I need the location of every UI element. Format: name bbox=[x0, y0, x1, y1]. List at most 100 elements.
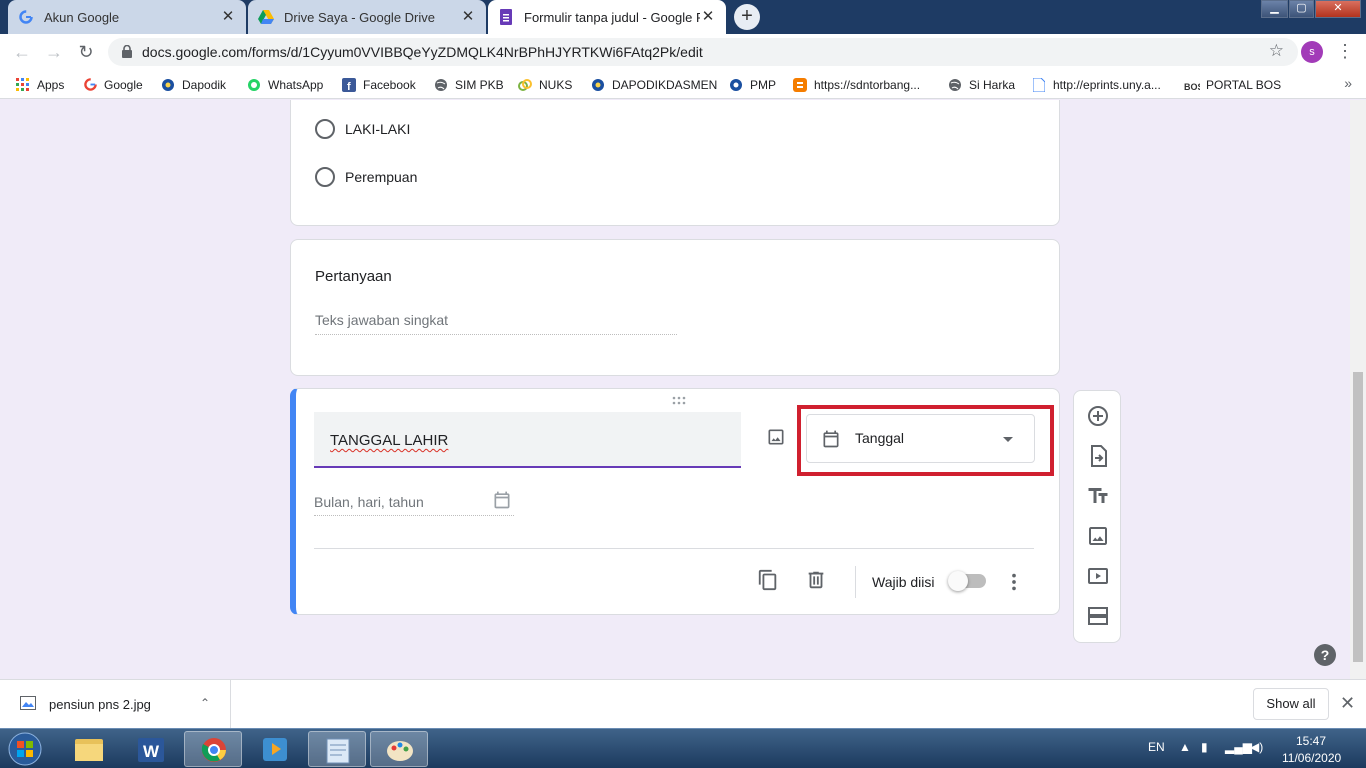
radio-option[interactable]: Perempuan bbox=[315, 167, 417, 187]
bookmark-label: http://eprints.uny.a... bbox=[1053, 77, 1161, 92]
power-icon[interactable]: ▮ bbox=[1201, 740, 1208, 754]
bookmark-star-icon[interactable]: ☆ bbox=[1269, 41, 1284, 61]
radio-button[interactable] bbox=[315, 119, 335, 139]
help-button[interactable]: ? bbox=[1314, 644, 1336, 666]
bookmarks-overflow-icon[interactable]: » bbox=[1344, 75, 1352, 91]
document-icon bbox=[1031, 77, 1047, 93]
language-indicator[interactable]: EN bbox=[1148, 740, 1165, 754]
question-card-short-answer[interactable]: Pertanyaan Teks jawaban singkat bbox=[290, 239, 1060, 376]
reload-button[interactable]: ↻ bbox=[75, 41, 97, 63]
duplicate-icon[interactable] bbox=[757, 569, 779, 591]
import-questions-icon[interactable] bbox=[1086, 444, 1110, 468]
bookmark-facebook[interactable]: f Facebook bbox=[341, 76, 416, 93]
show-hidden-icons-icon[interactable]: ▲ bbox=[1179, 740, 1191, 754]
page-scrollbar[interactable] bbox=[1350, 100, 1366, 679]
add-video-icon[interactable] bbox=[1086, 564, 1110, 588]
clock-date[interactable]: 11/06/2020 bbox=[1282, 751, 1341, 765]
add-question-icon[interactable] bbox=[1086, 404, 1110, 428]
radio-option[interactable]: LAKI-LAKI bbox=[315, 119, 410, 139]
windows-explorer-icon[interactable] bbox=[60, 731, 118, 767]
close-download-bar-icon[interactable]: ✕ bbox=[1340, 693, 1355, 714]
more-options-icon[interactable] bbox=[1003, 571, 1025, 596]
clock-time[interactable]: 15:47 bbox=[1296, 734, 1326, 748]
word-icon[interactable]: W bbox=[122, 731, 180, 767]
bookmark-label: Facebook bbox=[363, 77, 416, 92]
paint-icon[interactable] bbox=[370, 731, 428, 767]
question-card-gender: LAKI-LAKI Perempuan bbox=[290, 100, 1060, 226]
question-title-text: TANGGAL LAHIR bbox=[330, 432, 449, 449]
image-file-icon bbox=[20, 696, 36, 713]
close-window-button[interactable]: ✕ bbox=[1315, 0, 1361, 18]
browser-menu-icon[interactable]: ⋮ bbox=[1336, 41, 1354, 63]
chevron-up-icon[interactable]: ⌃ bbox=[200, 696, 210, 710]
download-bar: pensiun pns 2.jpg ⌃ Show all ✕ bbox=[0, 679, 1366, 728]
bookmark-whatsapp[interactable]: WhatsApp bbox=[246, 76, 323, 93]
bookmark-label: WhatsApp bbox=[268, 77, 324, 92]
bookmark-si-harka[interactable]: Si Harka bbox=[947, 76, 1015, 93]
bookmark-apps[interactable]: Apps bbox=[15, 76, 64, 93]
new-tab-button[interactable]: + bbox=[734, 4, 760, 30]
address-bar[interactable]: docs.google.com/forms/d/1Cyyum0VVIBBQeYy… bbox=[108, 38, 1298, 66]
download-item[interactable]: pensiun pns 2.jpg ⌃ bbox=[0, 680, 231, 728]
profile-avatar[interactable]: s bbox=[1301, 41, 1323, 63]
add-image-icon[interactable] bbox=[1086, 524, 1110, 548]
nuks-icon bbox=[517, 77, 533, 93]
minimize-button[interactable]: ▁ bbox=[1261, 0, 1288, 18]
google-g-icon bbox=[18, 9, 34, 25]
question-card-active[interactable]: TANGGAL LAHIR Tanggal Bulan, hari, tahun bbox=[290, 388, 1060, 615]
bookmark-dapodikdasmen[interactable]: DAPODIKDASMEN bbox=[590, 76, 717, 93]
bookmark-label: Si Harka bbox=[969, 77, 1016, 92]
add-title-icon[interactable] bbox=[1086, 484, 1110, 508]
forward-button[interactable]: → bbox=[43, 41, 65, 63]
close-tab-icon[interactable]: ✕ bbox=[460, 9, 476, 25]
start-button[interactable] bbox=[3, 730, 47, 768]
required-toggle[interactable] bbox=[948, 571, 986, 591]
url-text: docs.google.com/forms/d/1Cyyum0VVIBBQeYy… bbox=[142, 44, 703, 60]
windows-taskbar: W EN ▲ ▮ ▂▄▆ ◀) 15:47 11/06/2020 bbox=[0, 728, 1366, 768]
facebook-icon: f bbox=[341, 77, 357, 93]
bookmark-sim-pkb[interactable]: SIM PKB bbox=[433, 76, 504, 93]
bookmark-sdntorbang[interactable]: https://sdntorbang... bbox=[792, 76, 920, 93]
add-image-icon[interactable] bbox=[766, 427, 786, 450]
date-answer-preview: Bulan, hari, tahun bbox=[314, 485, 514, 516]
bookmark-label: Dapodik bbox=[182, 77, 227, 92]
required-label: Wajib diisi bbox=[872, 574, 935, 590]
notepad-icon[interactable] bbox=[308, 731, 366, 767]
svg-text:W: W bbox=[143, 742, 160, 761]
tab-title: Formulir tanpa judul - Google Fo bbox=[524, 9, 700, 25]
tab-google-drive[interactable]: Drive Saya - Google Drive ✕ bbox=[248, 0, 486, 34]
close-tab-icon[interactable]: ✕ bbox=[220, 9, 236, 25]
google-g-icon bbox=[82, 77, 98, 93]
bookmark-nuks[interactable]: NUKS bbox=[517, 76, 572, 93]
scroll-thumb[interactable] bbox=[1353, 372, 1363, 662]
bookmark-eprints[interactable]: http://eprints.uny.a... bbox=[1031, 76, 1161, 93]
add-section-icon[interactable] bbox=[1086, 604, 1110, 628]
media-player-icon[interactable] bbox=[246, 731, 304, 767]
volume-icon[interactable]: ◀) bbox=[1250, 740, 1263, 754]
chrome-icon[interactable] bbox=[184, 731, 242, 767]
bookmark-google[interactable]: Google bbox=[82, 76, 143, 93]
close-tab-icon[interactable]: ✕ bbox=[700, 9, 716, 25]
bookmark-portal-bos[interactable]: BOS PORTAL BOS bbox=[1184, 76, 1281, 93]
form-editor-page: LAKI-LAKI Perempuan Pertanyaan Teks jawa… bbox=[0, 100, 1350, 679]
tab-google-forms[interactable]: Formulir tanpa judul - Google Fo ✕ bbox=[488, 0, 726, 34]
tab-strip: Akun Google ✕ Drive Saya - Google Drive … bbox=[0, 0, 1366, 34]
tab-title: Akun Google bbox=[44, 9, 120, 25]
maximize-button[interactable]: ▢ bbox=[1289, 0, 1314, 18]
dapodik-icon bbox=[160, 77, 176, 93]
drag-handle-icon[interactable] bbox=[672, 395, 690, 409]
card-divider bbox=[314, 548, 1034, 549]
browser-toolbar: ← → ↻ docs.google.com/forms/d/1Cyyum0VVI… bbox=[0, 34, 1366, 70]
bookmark-pmp[interactable]: PMP bbox=[728, 76, 776, 93]
annotation-highlight-box bbox=[797, 405, 1054, 476]
delete-icon[interactable] bbox=[805, 569, 827, 591]
question-title-input[interactable]: TANGGAL LAHIR bbox=[314, 412, 741, 468]
option-label: LAKI-LAKI bbox=[345, 121, 411, 137]
bookmark-label: Google bbox=[104, 77, 143, 92]
show-all-button[interactable]: Show all bbox=[1253, 688, 1329, 720]
bookmark-dapodik[interactable]: Dapodik bbox=[160, 76, 226, 93]
radio-button[interactable] bbox=[315, 167, 335, 187]
network-icon[interactable]: ▂▄▆ bbox=[1225, 740, 1252, 754]
back-button[interactable]: ← bbox=[11, 41, 33, 63]
tab-akun-google[interactable]: Akun Google ✕ bbox=[8, 0, 246, 34]
